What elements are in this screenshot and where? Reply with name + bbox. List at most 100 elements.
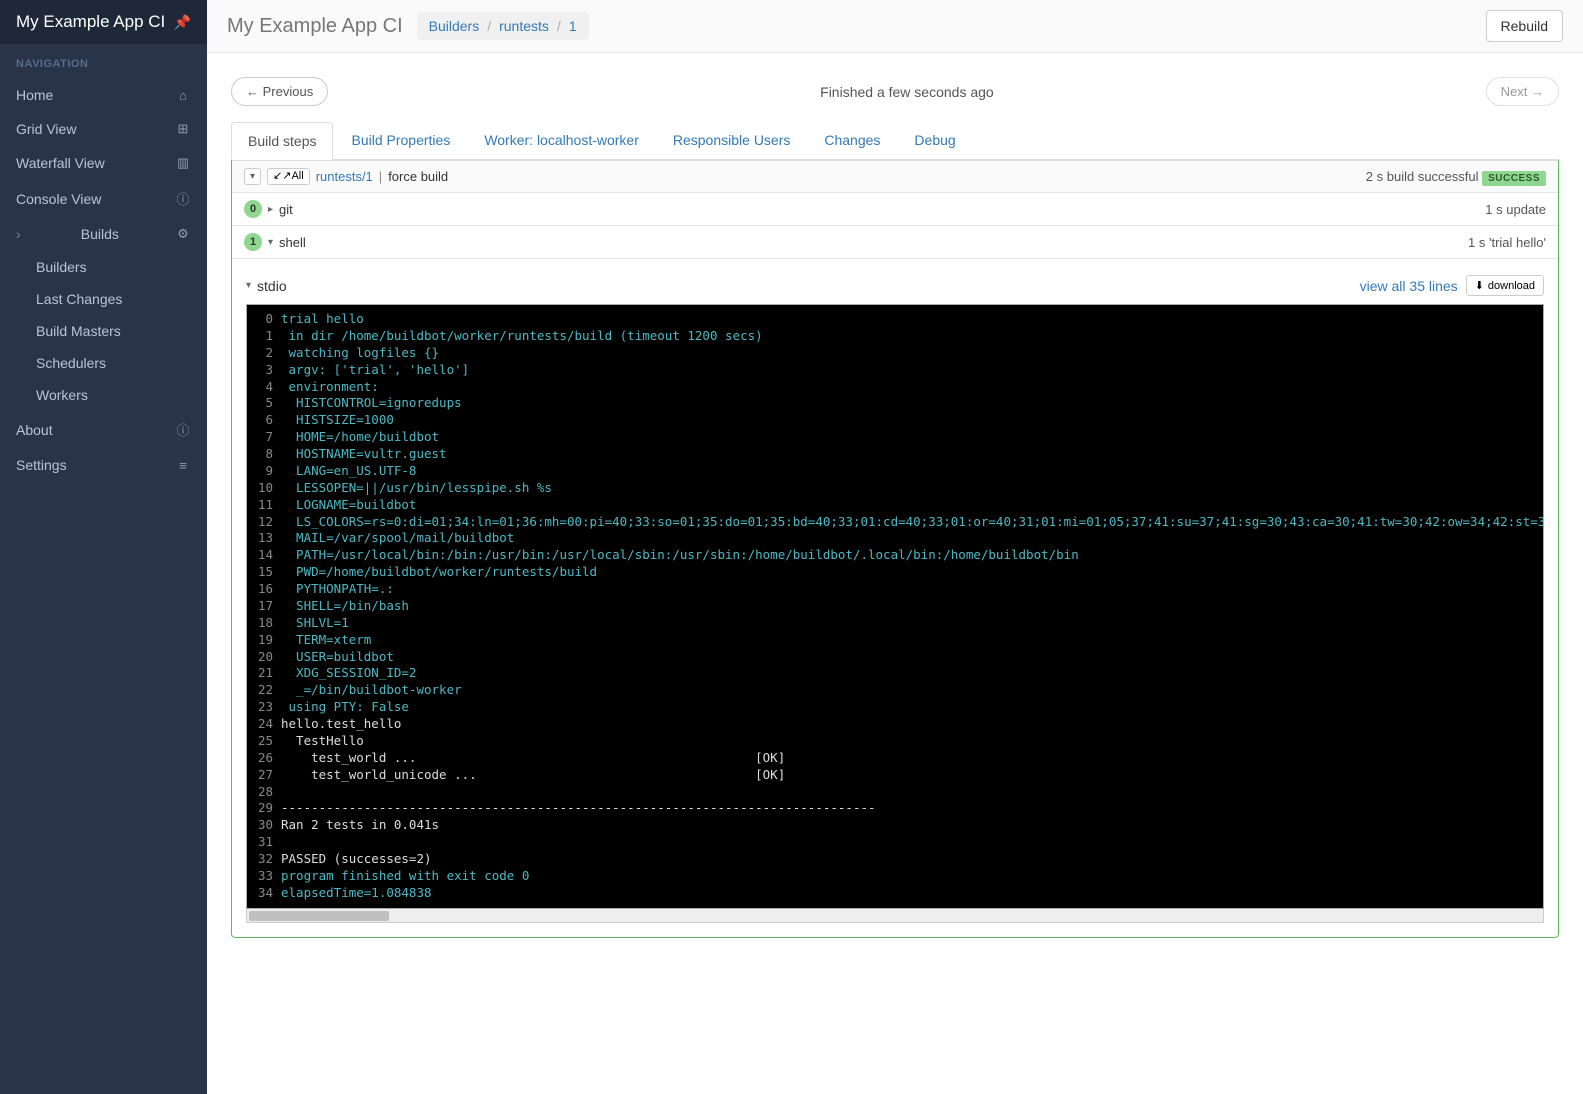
step-name: shell <box>279 235 306 250</box>
build-link[interactable]: runtests/1 <box>316 169 373 184</box>
terminal-line: 31 <box>247 834 1543 851</box>
tab-debug[interactable]: Debug <box>898 122 971 159</box>
vertical-sep: | <box>379 169 382 184</box>
terminal-line: 15 PWD=/home/buildbot/worker/runtests/bu… <box>247 564 1543 581</box>
step-summary: 1 s update <box>1485 202 1546 217</box>
view-all-lines-link[interactable]: view all 35 lines <box>1360 278 1458 294</box>
breadcrumb: Builders / runtests / 1 <box>417 12 589 40</box>
next-button[interactable]: Next → <box>1486 77 1559 106</box>
nav-grid-view[interactable]: Grid View ⊞ <box>0 112 207 146</box>
terminal-output[interactable]: 0trial hello1 in dir /home/buildbot/work… <box>246 304 1544 909</box>
tab-responsible-users[interactable]: Responsible Users <box>657 122 807 159</box>
nav-label: Grid View <box>16 121 76 137</box>
sliders-icon: ≡ <box>175 458 191 473</box>
terminal-line: 11 LOGNAME=buildbot <box>247 497 1543 514</box>
terminal-line: 18 SHLVL=1 <box>247 615 1543 632</box>
horizontal-scrollbar[interactable] <box>246 909 1544 923</box>
nav-label: Settings <box>16 457 67 473</box>
nav-label: Last Changes <box>36 291 122 307</box>
chevron-down-icon: ▾ <box>250 171 255 182</box>
tab-build-properties[interactable]: Build Properties <box>335 122 466 159</box>
previous-button[interactable]: ← Previous <box>231 77 328 106</box>
nav-builds[interactable]: Builds ⚙ <box>0 217 207 251</box>
build-summary-row: ▾ ↙↗All runtests/1 | force build 2 s bui… <box>232 161 1558 193</box>
nav-builds-submenu: Builders Last Changes Build Masters Sche… <box>0 251 207 411</box>
breadcrumb-runtests[interactable]: runtests <box>499 18 549 34</box>
nav-label: Console View <box>16 191 101 207</box>
pin-icon[interactable]: 📌 <box>174 14 191 31</box>
build-desc: force build <box>388 169 448 184</box>
cogs-icon: ⚙ <box>175 226 191 242</box>
build-panel: ▾ ↙↗All runtests/1 | force build 2 s bui… <box>231 160 1559 938</box>
success-badge: SUCCESS <box>1482 171 1546 186</box>
terminal-line: 13 MAIL=/var/spool/mail/buildbot <box>247 530 1543 547</box>
scrollbar-thumb[interactable] <box>249 911 389 921</box>
breadcrumb-build-number[interactable]: 1 <box>569 18 577 34</box>
info-icon: ⓘ <box>175 420 191 439</box>
step-row-shell[interactable]: 1 ▾ shell 1 s 'trial hello' <box>232 226 1558 259</box>
collapse-toggle[interactable]: ▾ <box>244 168 261 185</box>
step-number: 1 <box>244 233 262 251</box>
nav-schedulers[interactable]: Schedulers <box>18 347 207 379</box>
terminal-line: 30Ran 2 tests in 0.041s <box>247 817 1543 834</box>
nav-label: Build Masters <box>36 323 121 339</box>
nav-workers[interactable]: Workers <box>18 379 207 411</box>
terminal-line: 33program finished with exit code 0 <box>247 868 1543 885</box>
tab-worker[interactable]: Worker: localhost-worker <box>468 122 655 159</box>
nav-heading: NAVIGATION <box>0 44 207 78</box>
terminal-line: 6 HISTSIZE=1000 <box>247 412 1543 429</box>
nav-waterfall-view[interactable]: Waterfall View ▥ <box>0 146 207 180</box>
sidebar-header: My Example App CI 📌 <box>0 0 207 44</box>
rebuild-button[interactable]: Rebuild <box>1486 10 1563 42</box>
tab-build-steps[interactable]: Build steps <box>231 122 333 160</box>
build-finished-status: Finished a few seconds ago <box>820 84 994 100</box>
chart-icon: ▥ <box>175 155 191 171</box>
main: My Example App CI Builders / runtests / … <box>207 0 1583 1094</box>
nav-last-changes[interactable]: Last Changes <box>18 283 207 315</box>
step-row-git[interactable]: 0 ▸ git 1 s update <box>232 193 1558 226</box>
terminal-line: 23 using PTY: False <box>247 699 1543 716</box>
nav-console-view[interactable]: Console View ⓘ <box>0 180 207 217</box>
chevron-down-icon: ▾ <box>268 237 273 248</box>
terminal-line: 7 HOME=/home/buildbot <box>247 429 1543 446</box>
step-name: git <box>279 202 293 217</box>
nav-label: Waterfall View <box>16 155 105 171</box>
info-icon: ⓘ <box>175 189 191 208</box>
nav-label: Workers <box>36 387 88 403</box>
step-summary: 1 s 'trial hello' <box>1468 235 1546 250</box>
chevron-right-icon: ▸ <box>268 204 273 215</box>
terminal-line: 19 TERM=xterm <box>247 632 1543 649</box>
terminal-line: 17 SHELL=/bin/bash <box>247 598 1543 615</box>
download-icon: ⬇ <box>1475 279 1484 292</box>
terminal-line: 12 LS_COLORS=rs=0:di=01;34:ln=01;36:mh=0… <box>247 514 1543 531</box>
download-label: download <box>1488 280 1535 292</box>
nav-settings[interactable]: Settings ≡ <box>0 448 207 482</box>
terminal-line: 8 HOSTNAME=vultr.guest <box>247 446 1543 463</box>
terminal-line: 10 LESSOPEN=||/usr/bin/lesspipe.sh %s <box>247 480 1543 497</box>
terminal-line: 27 test_world_unicode ... [OK] <box>247 767 1543 784</box>
terminal-line: 14 PATH=/usr/local/bin:/bin:/usr/bin:/us… <box>247 547 1543 564</box>
terminal-line: 2 watching logfiles {} <box>247 345 1543 362</box>
terminal-line: 34elapsedTime=1.084838 <box>247 885 1543 902</box>
topbar: My Example App CI Builders / runtests / … <box>207 0 1583 53</box>
nav-builders[interactable]: Builders <box>18 251 207 283</box>
nav-about[interactable]: About ⓘ <box>0 411 207 448</box>
breadcrumb-builders[interactable]: Builders <box>429 18 480 34</box>
terminal-line: 16 PYTHONPATH=.: <box>247 581 1543 598</box>
log-header: ▾ stdio view all 35 lines ⬇ download <box>246 269 1544 304</box>
nav-label: Builders <box>36 259 87 275</box>
download-button[interactable]: ⬇ download <box>1466 275 1544 296</box>
page-title: My Example App CI <box>227 15 403 38</box>
sidebar: My Example App CI 📌 NAVIGATION Home ⌂ Gr… <box>0 0 207 1094</box>
chevron-down-icon[interactable]: ▾ <box>246 280 251 291</box>
tab-changes[interactable]: Changes <box>808 122 896 159</box>
nav-build-masters[interactable]: Build Masters <box>18 315 207 347</box>
terminal-line: 5 HISTCONTROL=ignoredups <box>247 395 1543 412</box>
terminal-line: 28 <box>247 784 1543 801</box>
build-duration: 2 s build successful <box>1366 169 1479 184</box>
expand-all-toggle[interactable]: ↙↗All <box>267 168 310 185</box>
log-container: ▾ stdio view all 35 lines ⬇ download 0tr… <box>232 259 1558 937</box>
nav-home[interactable]: Home ⌂ <box>0 78 207 112</box>
nav-label: About <box>16 422 53 438</box>
terminal-line: 25 TestHello <box>247 733 1543 750</box>
